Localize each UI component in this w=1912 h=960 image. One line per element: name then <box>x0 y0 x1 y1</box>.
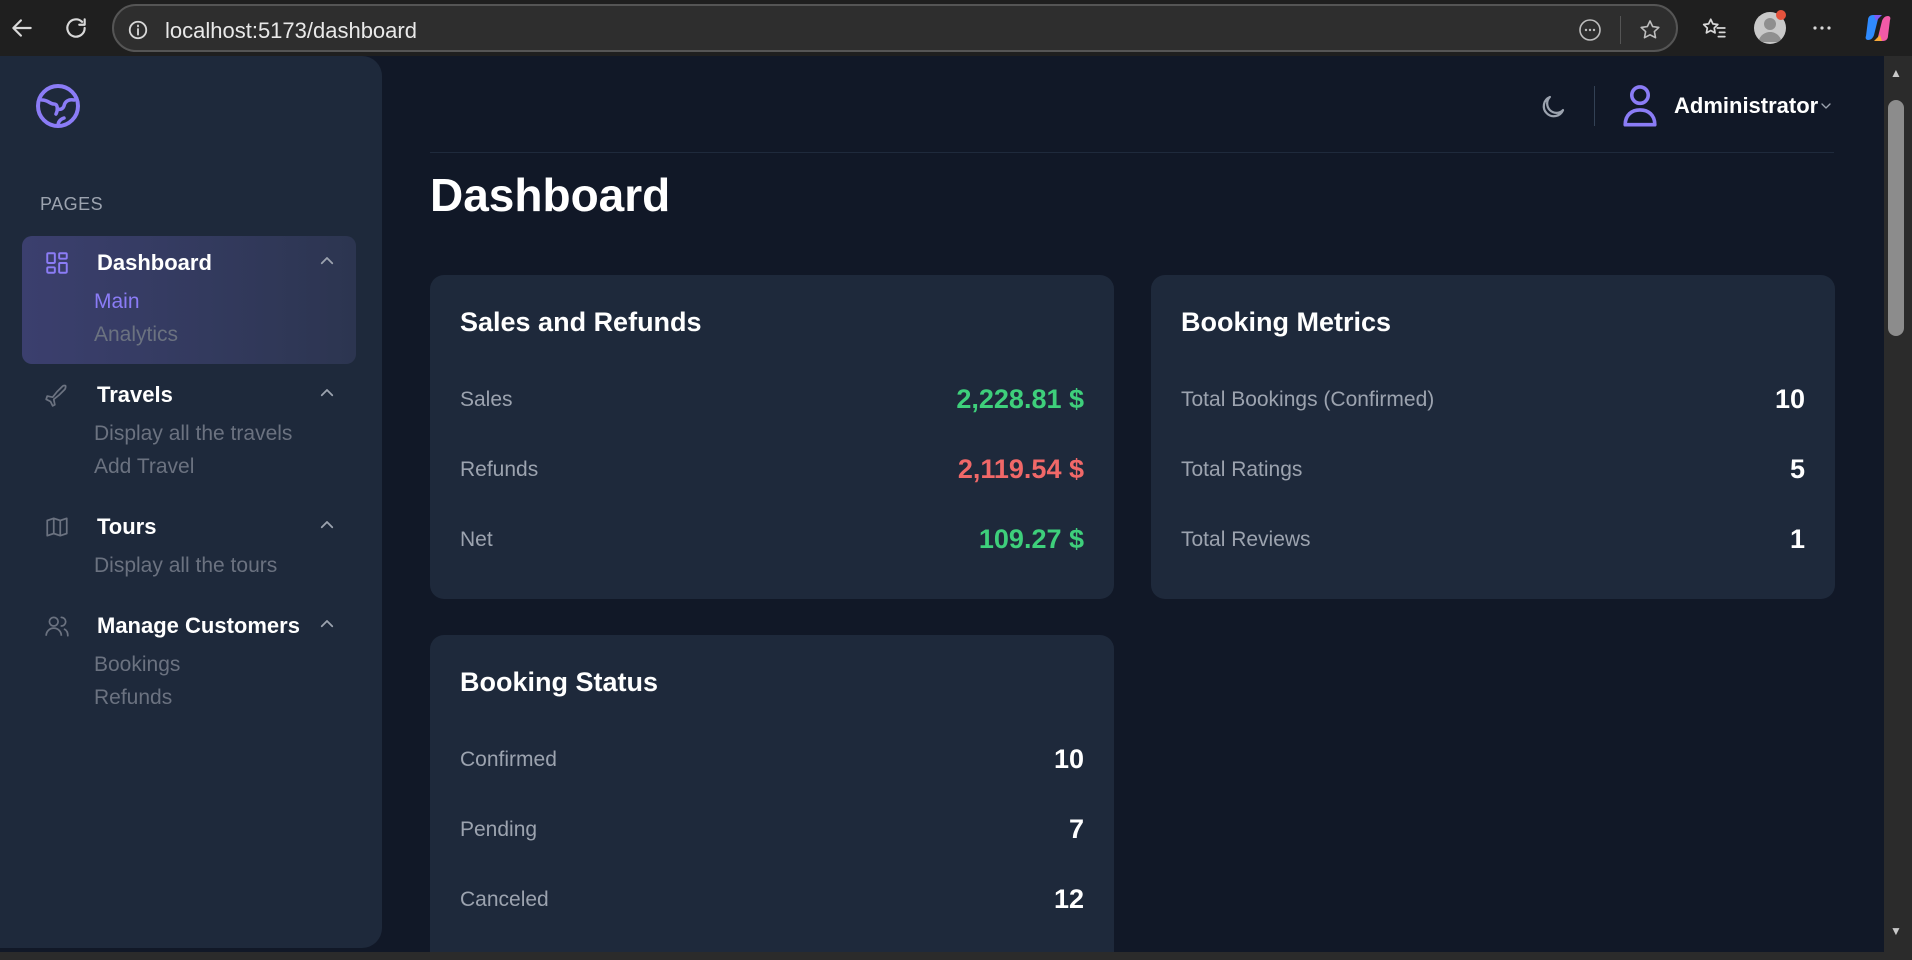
card-title: Booking Metrics <box>1181 307 1392 337</box>
sidebar-subitem-display-tours[interactable]: Display all the tours <box>94 554 277 578</box>
sidebar-item-dashboard[interactable]: Dashboard <box>22 236 356 290</box>
total-ratings-value: 5 <box>1789 454 1805 484</box>
sales-value: 2,228.81 $ <box>956 384 1084 414</box>
pending-value: 7 <box>1068 814 1084 844</box>
grid-icon <box>46 252 68 274</box>
app-root: PAGES Dashboard Main Analytics Travels D… <box>0 56 1884 952</box>
chevron-down-icon[interactable] <box>1818 98 1834 114</box>
address-bar[interactable]: localhost:5173/dashboard <box>112 4 1678 52</box>
booking-metrics-card: Booking Metrics Total Bookings (Confirme… <box>1151 275 1835 599</box>
total-reviews-value: 1 <box>1789 524 1805 554</box>
page-title: Dashboard <box>430 169 671 221</box>
user-icon[interactable] <box>1620 82 1660 128</box>
sidebar-group-travels: Travels Display all the travels Add Trav… <box>22 368 356 488</box>
sidebar-subitem-bookings[interactable]: Bookings <box>94 653 180 677</box>
sidebar-subitem-analytics[interactable]: Analytics <box>94 323 178 347</box>
app-logo-icon[interactable] <box>34 82 82 130</box>
users-icon <box>45 616 69 637</box>
more-tools-icon[interactable] <box>1576 16 1604 44</box>
total-bookings-label: Total Bookings (Confirmed) <box>1181 388 1435 411</box>
chevron-up-icon[interactable] <box>318 384 336 402</box>
map-icon <box>46 517 68 537</box>
sales-label: Sales <box>460 388 513 411</box>
chevron-up-icon[interactable] <box>318 615 336 633</box>
scrollbar-thumb[interactable] <box>1888 100 1904 336</box>
refunds-value: 2,119.54 $ <box>957 454 1084 484</box>
settings-more-icon[interactable] <box>1804 10 1840 46</box>
sidebar-subitem-display-travels[interactable]: Display all the travels <box>94 422 292 446</box>
net-value: 109.27 $ <box>978 524 1084 554</box>
favorites-icon[interactable] <box>1696 10 1732 46</box>
reload-icon[interactable] <box>58 10 94 46</box>
dark-mode-toggle-icon[interactable] <box>1538 92 1568 122</box>
header-divider-line <box>430 152 1834 153</box>
sidebar: PAGES Dashboard Main Analytics Travels D… <box>0 56 382 948</box>
user-menu-button[interactable]: Administrator <box>1674 93 1818 119</box>
sidebar-group-dashboard: Dashboard Main Analytics <box>22 236 356 364</box>
sidebar-item-label: Manage Customers <box>97 613 300 638</box>
chevron-up-icon[interactable] <box>318 516 336 534</box>
refunds-label: Refunds <box>460 458 539 481</box>
sidebar-item-label: Dashboard <box>97 250 212 275</box>
confirmed-value: 10 <box>1053 744 1084 774</box>
canceled-label: Canceled <box>460 888 549 911</box>
scroll-up-arrow-icon[interactable]: ▲ <box>1888 66 1904 82</box>
favorite-star-icon[interactable] <box>1636 16 1664 44</box>
url-text[interactable]: localhost:5173/dashboard <box>165 18 417 44</box>
sidebar-subitem-add-travel[interactable]: Add Travel <box>94 455 194 479</box>
copilot-icon[interactable] <box>1860 10 1896 46</box>
pending-label: Pending <box>460 818 538 841</box>
notification-dot <box>1776 10 1786 20</box>
back-icon[interactable] <box>4 10 40 46</box>
sidebar-group-manage-customers: Manage Customers Bookings Refunds <box>22 599 356 719</box>
sidebar-subitem-main[interactable]: Main <box>94 290 140 314</box>
net-label: Net <box>460 528 493 551</box>
total-bookings-value: 10 <box>1774 384 1805 414</box>
canceled-value: 12 <box>1053 884 1084 914</box>
card-title: Booking Status <box>460 667 659 697</box>
sidebar-item-label: Tours <box>97 514 157 539</box>
sidebar-group-tours: Tours Display all the tours <box>22 500 356 590</box>
sales-refunds-card: Sales and Refunds Sales 2,228.81 $ Refun… <box>430 275 1114 599</box>
total-reviews-label: Total Reviews <box>1181 528 1311 551</box>
chevron-up-icon[interactable] <box>318 252 336 270</box>
sidebar-item-label: Travels <box>97 382 173 407</box>
site-info-icon[interactable] <box>124 16 152 44</box>
plane-icon <box>45 384 67 407</box>
sidebar-item-travels[interactable]: Travels <box>22 368 356 422</box>
address-divider <box>1620 16 1621 44</box>
sidebar-section-label: PAGES <box>40 194 104 214</box>
header-divider <box>1594 86 1595 126</box>
booking-status-card: Booking Status Confirmed 10 Pending 7 Ca… <box>430 635 1114 952</box>
browser-toolbar: localhost:5173/dashboard <box>0 0 1912 56</box>
sidebar-item-manage-customers[interactable]: Manage Customers <box>22 599 356 653</box>
sidebar-subitem-refunds[interactable]: Refunds <box>94 686 172 710</box>
card-title: Sales and Refunds <box>460 307 702 337</box>
sidebar-item-tours[interactable]: Tours <box>22 500 356 554</box>
scroll-down-arrow-icon[interactable]: ▼ <box>1888 924 1904 940</box>
confirmed-label: Confirmed <box>460 748 557 771</box>
total-ratings-label: Total Ratings <box>1181 458 1303 481</box>
